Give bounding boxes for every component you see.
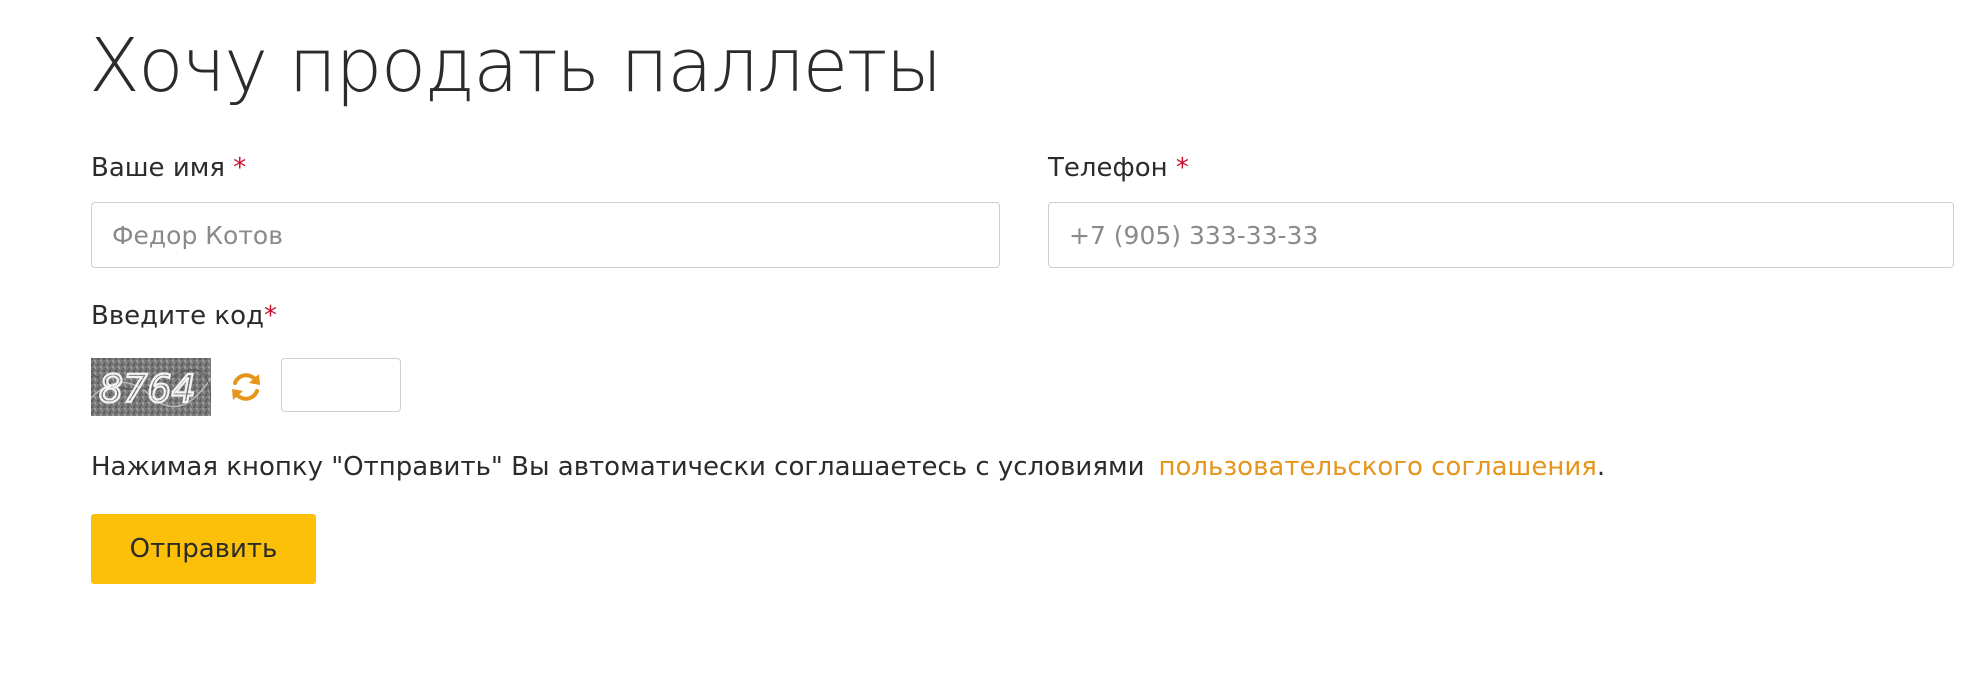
agreement-text: Нажимая кнопку "Отправить" Вы автоматиче… xyxy=(91,450,1605,484)
captcha-code-text: 8764 xyxy=(99,367,196,411)
captcha-label-text: Введите код xyxy=(91,301,265,331)
phone-label-text: Телефон xyxy=(1048,153,1168,183)
captcha-required-mark: * xyxy=(264,301,278,331)
page-title: Хочу продать паллеты xyxy=(89,23,942,109)
feedback-form-page: Хочу продать паллеты Ваше имя * Телефон … xyxy=(0,0,1980,673)
name-label-text: Ваше имя xyxy=(91,153,225,183)
agreement-message: Нажимая кнопку "Отправить" Вы автоматиче… xyxy=(91,452,1145,482)
refresh-icon xyxy=(232,373,260,401)
phone-input[interactable] xyxy=(1048,202,1954,268)
name-label: Ваше имя * xyxy=(91,152,246,184)
name-input[interactable] xyxy=(91,202,1000,268)
submit-button[interactable]: Отправить xyxy=(91,514,316,584)
agreement-suffix: . xyxy=(1596,452,1606,482)
captcha-image: 8764 xyxy=(91,358,211,416)
captcha-label: Введите код* xyxy=(91,300,277,332)
phone-label: Телефон * xyxy=(1048,152,1189,184)
name-required-mark: * xyxy=(233,153,247,183)
captcha-code-input[interactable] xyxy=(281,358,401,412)
user-agreement-link[interactable]: пользовательского соглашения xyxy=(1158,452,1596,482)
phone-required-mark: * xyxy=(1175,153,1189,183)
captcha-refresh-button[interactable] xyxy=(228,369,264,405)
